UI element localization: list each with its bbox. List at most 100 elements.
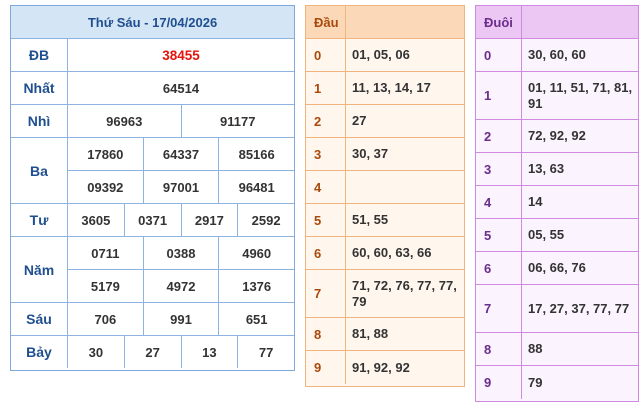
prize-number: 13 — [180, 336, 238, 368]
prize-label: Ba — [11, 138, 68, 203]
digit-key: 4 — [476, 186, 522, 218]
tail-digit-row: 9 79 — [476, 366, 638, 399]
prize-number: 2592 — [237, 204, 294, 236]
prize-number: 706 — [94, 311, 117, 327]
digit-values: 81, 88 — [352, 326, 389, 341]
tail-digit-row: 3 13, 63 — [476, 153, 638, 186]
tail-digit-row: 5 05, 55 — [476, 219, 638, 252]
prize-number: 91177 — [180, 105, 295, 137]
digit-key: 7 — [306, 270, 346, 317]
prize-row-second: Nhì 96963 91177 — [11, 105, 294, 138]
prize-number: 5179 — [90, 278, 120, 294]
digit-key: 1 — [476, 72, 522, 119]
prize-number: 64337 — [142, 138, 219, 170]
digit-key: 9 — [476, 366, 522, 399]
digit-key: 6 — [306, 237, 346, 269]
prize-number: 4972 — [142, 270, 219, 302]
digit-values: 30, 37 — [352, 146, 389, 161]
digit-key: 3 — [476, 153, 522, 185]
digit-key: 6 — [476, 252, 522, 284]
digit-key: 2 — [306, 105, 346, 137]
prize-number: 0711 — [91, 245, 120, 261]
prize-row-fourth: Tư 3605 0371 2917 2592 — [11, 204, 294, 237]
tail-digit-row: 6 06, 66, 76 — [476, 252, 638, 285]
digit-values: 91, 92, 92 — [352, 359, 410, 375]
results-title: Thứ Sáu - 17/04/2026 — [11, 6, 294, 39]
prize-number: 1376 — [218, 270, 294, 302]
prize-number: 97001 — [142, 171, 219, 203]
prize-label: Bảy — [11, 336, 68, 368]
prize-number: 4960 — [218, 237, 294, 269]
tail-digit-title: Đuôi — [476, 6, 522, 38]
prize-label: Sáu — [11, 303, 68, 335]
head-digit-header: Đầu — [306, 6, 464, 39]
digit-key: 5 — [476, 219, 522, 251]
head-digit-row: 6 60, 60, 63, 66 — [306, 237, 464, 270]
digit-key: 8 — [306, 318, 346, 350]
prize-number: 651 — [218, 303, 294, 335]
digit-values: 05, 55 — [528, 227, 565, 242]
prize-number: 2917 — [180, 204, 238, 236]
tail-digit-row: 2 72, 92, 92 — [476, 120, 638, 153]
prize-number: 64514 — [162, 80, 200, 96]
prize-number: 96963 — [106, 113, 143, 129]
tail-digit-table: Đuôi 0 30, 60, 60 1 01, 11, 51, 71, 81, 91… — [475, 5, 639, 402]
digit-values: 01, 11, 51, 71, 81, 91 — [528, 79, 633, 111]
digit-key: 1 — [306, 72, 346, 104]
prize-number: 17860 — [87, 146, 124, 162]
digit-values: 11, 13, 14, 17 — [352, 80, 431, 95]
digit-key: 0 — [476, 39, 522, 71]
prize-number: 991 — [142, 303, 219, 335]
digit-values: 27 — [352, 113, 367, 128]
prize-label: Nhất — [11, 72, 68, 104]
head-digit-row: 1 11, 13, 14, 17 — [306, 72, 464, 105]
prize-number: 3605 — [81, 212, 111, 228]
digit-values: 88 — [528, 341, 543, 356]
head-digit-row: 2 27 — [306, 105, 464, 138]
tail-digit-row: 7 17, 27, 37, 77, 77 — [476, 285, 638, 333]
digit-values: 71, 72, 76, 77, 77, 79 — [352, 277, 457, 309]
head-digit-table: Đầu 0 01, 05, 06 1 11, 13, 14, 17 2 27 3 30,… — [305, 5, 465, 387]
prize-number: 96481 — [218, 171, 294, 203]
tail-digit-header: Đuôi — [476, 6, 638, 39]
prize-label: Nhì — [11, 105, 68, 137]
prize-number: 85166 — [218, 138, 294, 170]
digit-values: 14 — [528, 194, 543, 209]
prize-number: 0388 — [142, 237, 219, 269]
head-digit-row: 0 01, 05, 06 — [306, 39, 464, 72]
prize-row-fifth: Năm 0711 0388 4960 5179 4972 1376 — [11, 237, 294, 303]
head-digit-title: Đầu — [306, 6, 346, 38]
prize-row-sixth: Sáu 706 991 651 — [11, 303, 294, 336]
head-digit-row: 9 91, 92, 92 — [306, 351, 464, 384]
digit-values: 01, 05, 06 — [352, 47, 410, 62]
digit-key: 4 — [306, 171, 346, 203]
prize-row-first: Nhất 64514 — [11, 72, 294, 105]
prize-row-seventh: Bảy 30 27 13 77 — [11, 336, 294, 368]
prize-row-special: ĐB 38455 — [11, 39, 294, 72]
prize-number: 27 — [123, 336, 181, 368]
head-digit-row: 7 71, 72, 76, 77, 77, 79 — [306, 270, 464, 318]
digit-values: 51, 55 — [352, 212, 389, 227]
prize-number: 0371 — [123, 204, 181, 236]
prize-number: 09392 — [87, 179, 124, 195]
digit-key: 3 — [306, 138, 346, 170]
prize-label: Tư — [11, 204, 68, 236]
digit-values: 06, 66, 76 — [528, 260, 586, 275]
head-digit-row: 3 30, 37 — [306, 138, 464, 171]
head-digit-row: 8 81, 88 — [306, 318, 464, 351]
prize-label: ĐB — [11, 39, 68, 71]
digit-key: 9 — [306, 351, 346, 384]
prize-label: Năm — [11, 237, 68, 302]
head-digit-row: 5 51, 55 — [306, 204, 464, 237]
digit-key: 2 — [476, 120, 522, 152]
tail-digit-row: 8 88 — [476, 333, 638, 366]
results-table: Thứ Sáu - 17/04/2026 ĐB 38455 Nhất 64514… — [10, 5, 295, 371]
digit-key: 0 — [306, 39, 346, 71]
digit-values: 79 — [528, 374, 543, 390]
digit-key: 8 — [476, 333, 522, 365]
prize-row-third: Ba 17860 64337 85166 09392 97001 96481 — [11, 138, 294, 204]
digit-key: 5 — [306, 204, 346, 236]
digit-values: 72, 92, 92 — [528, 128, 586, 143]
tail-digit-row: 4 14 — [476, 186, 638, 219]
tail-digit-row: 0 30, 60, 60 — [476, 39, 638, 72]
